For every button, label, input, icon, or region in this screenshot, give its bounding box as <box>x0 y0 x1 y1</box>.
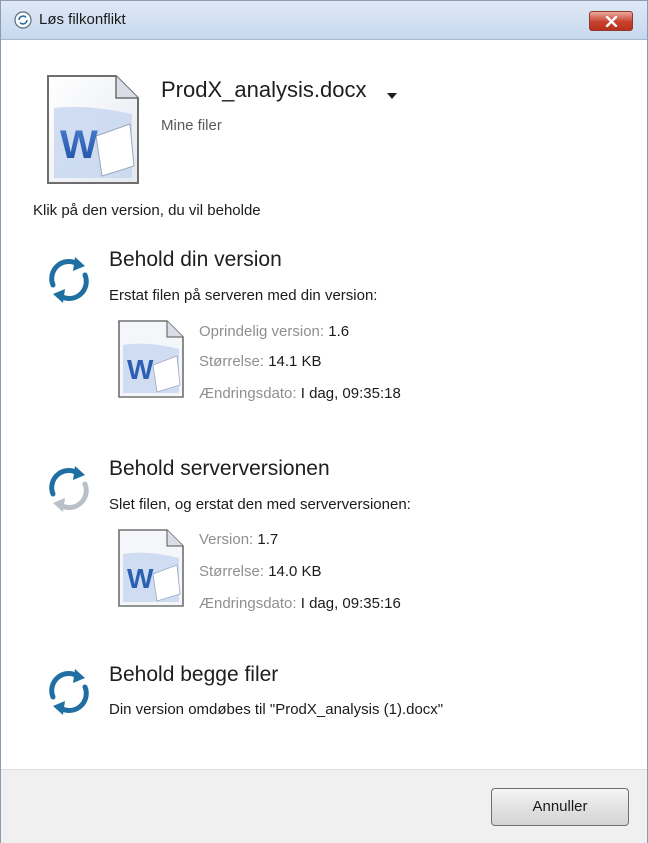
word-document-icon: W <box>117 319 185 399</box>
cancel-button[interactable]: Annuller <box>491 788 629 826</box>
option-title: Behold din version <box>109 248 282 271</box>
detail-value: I dag, 09:35:18 <box>300 385 401 402</box>
file-location: Mine filer <box>161 117 222 134</box>
detail-modified-date: Ændringsdato: I dag, 09:35:16 <box>199 595 401 612</box>
detail-size: Størrelse: 14.1 KB <box>199 353 322 370</box>
detail-value: 14.1 KB <box>268 353 322 370</box>
option-description: Din version omdøbes til "ProdX_analysis … <box>109 701 444 718</box>
option-keep-server-version[interactable]: Behold serverversionen Slet filen, og er… <box>39 456 639 626</box>
detail-size: Størrelse: 14.0 KB <box>199 563 322 580</box>
svg-text:W: W <box>60 123 98 167</box>
close-button[interactable] <box>589 11 633 31</box>
detail-value: 1.7 <box>257 531 279 548</box>
detail-value: I dag, 09:35:16 <box>300 595 401 612</box>
sync-icon <box>41 251 97 307</box>
detail-version: Version: 1.7 <box>199 531 278 548</box>
option-description: Erstat filen på serveren med din version… <box>109 287 378 304</box>
svg-text:W: W <box>127 563 154 594</box>
detail-label: Størrelse: <box>199 563 265 580</box>
detail-label: Ændringsdato: <box>199 385 297 402</box>
close-icon <box>605 16 618 27</box>
sync-icon <box>41 663 97 719</box>
option-title: Behold begge filer <box>109 663 279 686</box>
detail-label: Størrelse: <box>199 353 265 370</box>
title-bar: Løs filkonflikt <box>1 1 647 40</box>
detail-original-version: Oprindelig version: 1.6 <box>199 323 349 340</box>
option-keep-both-files[interactable]: Behold begge filer Din version omdøbes t… <box>39 661 639 731</box>
option-keep-your-version[interactable]: Behold din version Erstat filen på serve… <box>39 246 639 416</box>
window-title: Løs filkonflikt <box>39 11 126 28</box>
option-title: Behold serverversionen <box>109 457 330 480</box>
detail-value: 14.0 KB <box>268 563 322 580</box>
detail-label: Ændringsdato: <box>199 595 297 612</box>
dialog-window: Løs filkonflikt W ProdX_analysis.docx Mi… <box>0 0 648 843</box>
detail-modified-date: Ændringsdato: I dag, 09:35:18 <box>199 385 401 402</box>
instruction-text: Klik på den version, du vil beholde <box>33 202 261 219</box>
detail-value: 1.6 <box>328 323 350 340</box>
word-document-icon: W <box>117 528 185 608</box>
svg-text:W: W <box>127 354 154 385</box>
file-name: ProdX_analysis.docx <box>161 77 367 102</box>
word-document-icon: W <box>46 74 140 185</box>
chevron-down-icon[interactable] <box>386 87 398 99</box>
detail-label: Version: <box>199 531 254 548</box>
sync-icon <box>41 460 97 516</box>
option-description: Slet filen, og erstat den med serververs… <box>109 496 411 513</box>
sync-app-icon <box>14 11 32 29</box>
dialog-footer: Annuller <box>1 769 647 843</box>
detail-label: Oprindelig version: <box>199 323 325 340</box>
